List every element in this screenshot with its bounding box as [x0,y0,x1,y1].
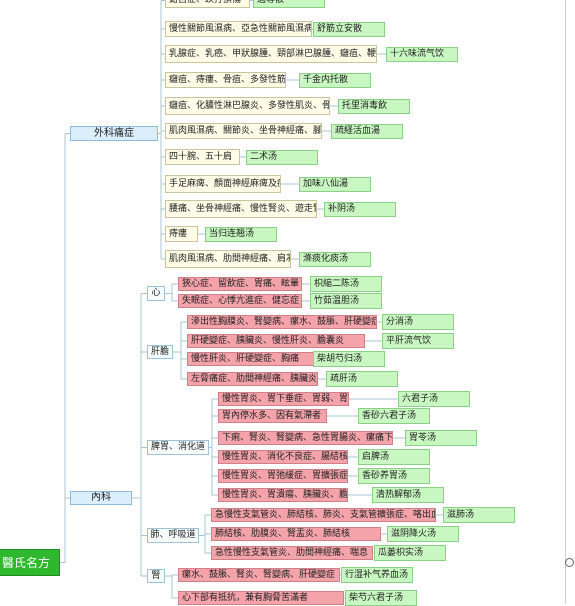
formula-box[interactable]: 柴胡芍归汤 [313,351,385,367]
condition-box[interactable]: 胃內停水多、因有氣滯者 [218,409,327,423]
formula-box[interactable]: 瓜蒌枳实汤 [374,545,446,561]
condition-box[interactable]: 手足麻痺、顏面神經麻痺及痙攣 [165,175,281,193]
condition-box[interactable]: 癰疽、化膿性淋巴腺炎、多發性肌炎、骨疽 [165,97,330,115]
condition-box[interactable]: 急慢性支氣管炎、肺結核、肺炎、支氣管擴張症、咯出血 [211,508,436,522]
formula-box[interactable]: 舒筋立安散 [313,21,385,37]
organ-lung[interactable]: 肺、呼吸道 [147,528,199,543]
condition-box[interactable]: 肺結核、肋膜炎、腎盂炎、肺結核 [211,527,381,541]
formula-box[interactable]: 分消汤 [382,314,454,330]
formula-box[interactable]: 枳縮二陈汤 [310,276,382,292]
formula-box[interactable]: 六君子汤 [398,391,470,407]
condition-box[interactable]: 肌肉風濕病、肋間神經痛、肩凝 [165,250,291,268]
condition-box[interactable]: 肝硬變症、胰臟炎、慢性肝炎、膽囊炎 [187,334,365,348]
condition-box[interactable]: 腰痛、坐骨神經痛、慢性腎炎、遊走腎 [165,200,317,218]
formula-box[interactable]: 当归连翘汤 [205,226,277,242]
condition-box[interactable]: 左脅痛症、肋間神經痛、胰臟炎 [187,372,318,386]
formula-box[interactable]: 加味八仙湯 [299,176,371,192]
organ-spleen[interactable]: 脾胃、消化道 [147,440,209,455]
organ-liver[interactable]: 肝膽 [147,345,173,359]
condition-box[interactable]: 鉗自症、跌打損傷 [165,0,250,8]
formula-box[interactable]: 過導散 [253,0,325,8]
formula-box[interactable]: 疏肝汤 [326,371,398,387]
formula-box[interactable]: 滋肺汤 [443,507,515,523]
formula-box[interactable]: 疏経活血湯 [331,123,403,139]
formula-box[interactable]: 启脾汤 [358,449,430,465]
condition-box[interactable]: 痔瘻 [165,226,198,242]
formula-box[interactable]: 香砂养胃汤 [358,468,430,484]
condition-box[interactable]: 慢性肝炎、肝硬變症、胸痛 [187,352,315,366]
condition-box[interactable]: 失眠症、心悸亢進症、健忘症 [178,294,302,308]
category-internal[interactable]: 內科 [70,491,132,505]
organ-heart[interactable]: 心 [147,286,165,301]
condition-box[interactable]: 慢性胃炎、胃下垂症、胃弱、胃潰瘍 [218,392,349,406]
condition-box[interactable]: 滲出性胸膜炎、腎變病、瘰水、鼓脹、肝硬變症 [187,315,377,329]
condition-box[interactable]: 慢性胃炎、胃潰瘍、胰臟炎、膽石症 [218,488,348,502]
formula-box[interactable]: 竹茹温胆汤 [310,293,382,309]
formula-box[interactable]: 千金内托散 [299,72,371,88]
formula-box[interactable]: 十六味流气饮 [386,46,458,62]
formula-box[interactable]: 清热解郁汤 [372,487,444,503]
condition-box[interactable]: 四十腕、五十肩 [165,149,240,165]
formula-box[interactable]: 香砂六君子汤 [358,408,430,424]
category-surgery[interactable]: 外科痛症 [70,126,158,141]
formula-box[interactable]: 托里消毒飲 [338,98,410,114]
formula-box[interactable]: 平肝流气饮 [382,333,454,349]
condition-box[interactable]: 慢性關節風濕病、亞急性關節風濕病 [165,21,312,37]
condition-box[interactable]: 肌肉風濕病、關節炎、坐骨神經痛、腳氣 [165,123,322,139]
condition-box[interactable]: 癰疽、痔瘻、骨疽、多發性筋炎 [165,72,286,88]
condition-box[interactable]: 慢性胃炎、消化不良症、腸結核 [218,450,348,464]
condition-box[interactable]: 乳腺症、乳癌、甲狀腺腫、頸部淋巴腺腫、癰疽、鞭打症 [165,45,377,63]
formula-box[interactable]: 行湿补气养血汤 [341,567,413,583]
condition-box[interactable]: 慢性胃炎、胃弛緩症、胃擴張症 [218,469,348,483]
formula-box[interactable]: 滋阴降火汤 [387,526,459,542]
condition-box[interactable]: 瘰水、鼓脹、腎炎、腎變病、肝硬變症 [178,568,340,582]
condition-box[interactable]: 狹心症、留飲症、胃痛、眩暈 [178,277,302,291]
condition-box[interactable]: 下痢、腎炎、腎變病、急性胃腸炎、瘰痛下痢 [218,431,393,445]
root-node[interactable]: 醫氏名方 [0,549,60,576]
condition-box[interactable]: 急性慢性支氣管炎、肋間神經痛、喘息 [211,546,373,560]
formula-box[interactable]: 二术汤 [246,149,318,165]
formula-box[interactable]: 滌痰化痰汤 [299,251,371,267]
condition-box[interactable]: 心下部有抵抗，兼有胸脅苦滿者 [178,591,344,605]
scroll-handle[interactable] [565,558,574,567]
organ-kidney[interactable]: 腎 [147,569,165,583]
formula-box[interactable]: 补阴汤 [324,201,396,217]
formula-box[interactable]: 胃苓汤 [405,430,477,446]
canvas-edge-line [565,0,566,604]
